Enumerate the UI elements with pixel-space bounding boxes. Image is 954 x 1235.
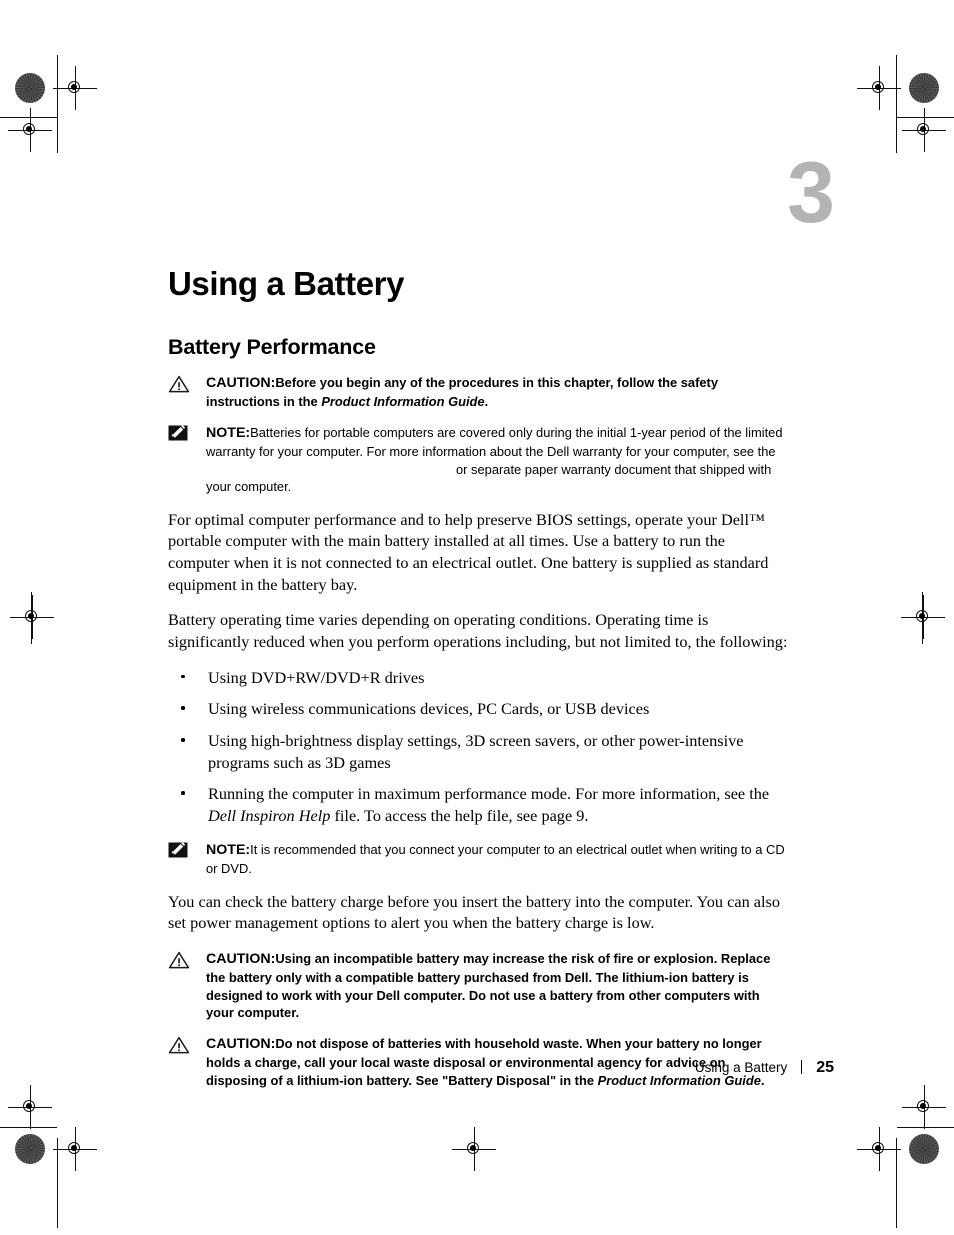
list-item: Running the computer in maximum performa… xyxy=(168,783,788,826)
manual-page: 3 Using a Battery Battery Performance CA… xyxy=(0,0,954,1235)
caution-label: CAUTION: xyxy=(206,951,276,968)
warning-triangle-icon xyxy=(168,375,192,393)
warning-triangle-icon xyxy=(168,951,192,969)
caution-italic-reference: Product Information Guide xyxy=(321,394,485,410)
note-label: NOTE: xyxy=(206,424,251,441)
list-item-label-before: Running the computer in maximum performa… xyxy=(208,784,770,804)
list-item: Using high-brightness display settings, … xyxy=(168,730,788,773)
note-block-warranty: NOTE:Batteries for portable computers ar… xyxy=(168,424,788,496)
paragraph-optimal-performance: For optimal computer performance and to … xyxy=(168,509,769,594)
section-heading-battery-performance: Battery Performance xyxy=(168,335,376,360)
note-text-end: or separate paper warranty document that… xyxy=(206,461,772,495)
bullet-list-power-intensive-operations: Using DVD+RW/DVD+R drives Using wireless… xyxy=(168,667,788,827)
list-item-label: Using wireless communications devices, P… xyxy=(208,699,650,719)
bullet-dot-icon xyxy=(181,791,185,795)
caution-text-end: . xyxy=(484,394,489,410)
footer-page-number: 25 xyxy=(816,1059,834,1076)
note-label: NOTE: xyxy=(206,841,251,858)
paragraph-check-battery-charge: You can check the battery charge before … xyxy=(168,891,781,933)
page-footer: Using a Battery 25 xyxy=(168,1058,834,1082)
list-item-label-after: file. To access the help file, see page … xyxy=(330,806,589,826)
bullet-dot-icon xyxy=(181,738,185,742)
page-title: Using a Battery xyxy=(168,265,405,302)
list-item-italic-reference: Dell Inspiron Help xyxy=(208,806,331,826)
note-text: Batteries for portable computers are cov… xyxy=(206,424,783,460)
caution-label: CAUTION: xyxy=(206,374,276,391)
page-content: Using a Battery Battery Performance CAUT… xyxy=(168,265,788,1102)
footer-chapter-label: Using a Battery xyxy=(694,1060,788,1075)
footer-separator xyxy=(801,1060,803,1074)
note-pencil-icon xyxy=(168,424,192,443)
caution-block-incompatible-battery: CAUTION:Using an incompatible battery ma… xyxy=(168,950,788,1022)
list-item: Using DVD+RW/DVD+R drives xyxy=(168,667,788,689)
caution-text: Using an incompatible battery may increa… xyxy=(206,951,771,1021)
list-item-label: Using high-brightness display settings, … xyxy=(208,731,744,772)
list-item-label: Using DVD+RW/DVD+R drives xyxy=(208,667,425,687)
list-item: Using wireless communications devices, P… xyxy=(168,698,788,720)
bullet-dot-icon xyxy=(181,674,185,679)
note-pencil-icon xyxy=(168,841,192,860)
caution-block-safety-instructions: CAUTION:Before you begin any of the proc… xyxy=(168,374,788,411)
note-block-electrical-outlet: NOTE:It is recommended that you connect … xyxy=(168,841,788,878)
warning-triangle-icon xyxy=(168,1036,192,1054)
paragraph-operating-time: Battery operating time varies depending … xyxy=(168,610,788,652)
bullet-dot-icon xyxy=(181,706,185,710)
caution-label: CAUTION: xyxy=(206,1035,276,1052)
note-text: It is recommended that you connect your … xyxy=(206,841,785,877)
chapter-number: 3 xyxy=(787,145,835,241)
